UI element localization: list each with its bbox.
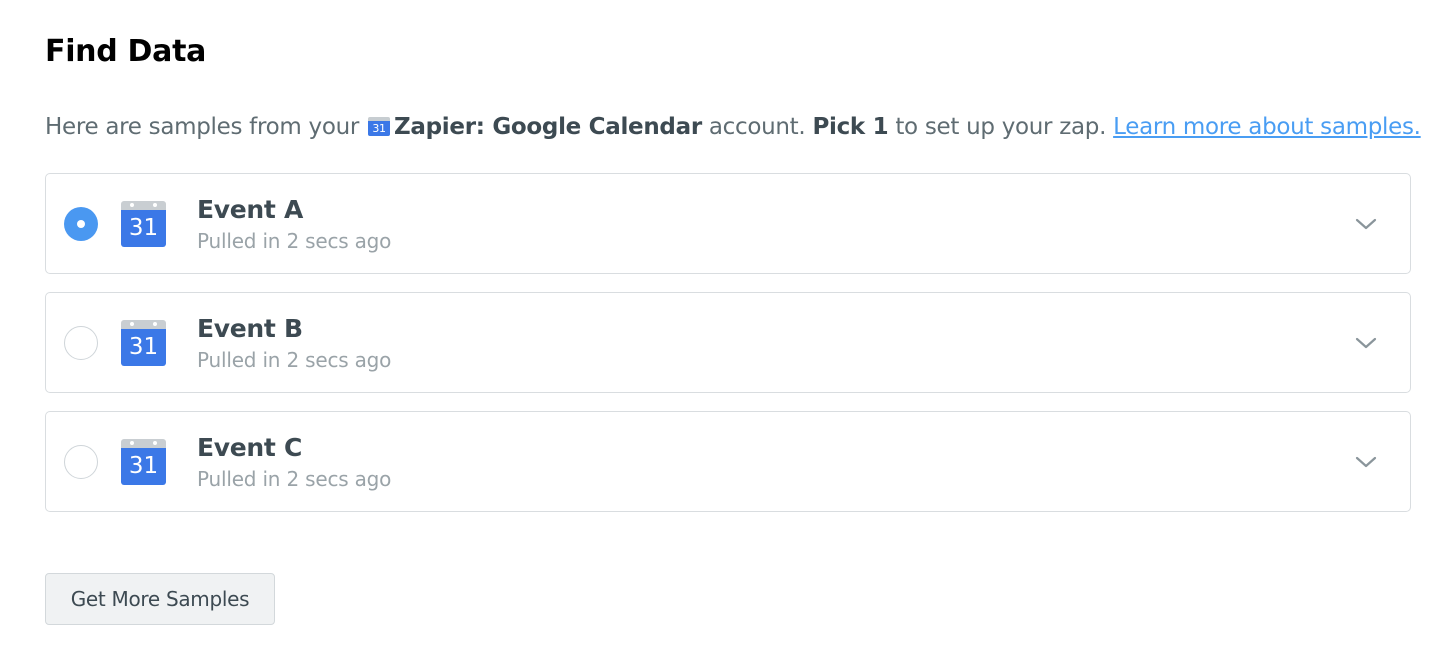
- pick-count: Pick 1: [812, 114, 889, 140]
- calendar-day-number: 31: [121, 448, 166, 485]
- sample-title: Event C: [197, 433, 303, 462]
- sample-item[interactable]: 31 Event A Pulled in 2 secs ago: [45, 173, 1411, 274]
- sample-subtitle: Pulled in 2 secs ago: [197, 229, 392, 253]
- sample-title: Event B: [197, 314, 303, 343]
- intro-suffix: to set up your zap.: [888, 114, 1114, 140]
- intro-text: Here are samples from your 31 Zapier: Goo…: [45, 114, 1421, 140]
- learn-more-link[interactable]: Learn more about samples.: [1113, 114, 1421, 140]
- sample-item[interactable]: 31 Event C Pulled in 2 secs ago: [45, 411, 1411, 512]
- page-title: Find Data: [45, 34, 207, 69]
- chevron-down-icon[interactable]: [1354, 450, 1378, 474]
- chevron-down-icon[interactable]: [1354, 331, 1378, 355]
- calendar-day-number: 31: [368, 121, 391, 136]
- chevron-down-icon[interactable]: [1354, 212, 1378, 236]
- google-calendar-icon: 31: [121, 201, 166, 247]
- sample-radio[interactable]: [64, 445, 98, 479]
- sample-subtitle: Pulled in 2 secs ago: [197, 348, 392, 372]
- google-calendar-icon: 31: [121, 439, 166, 485]
- intro-middle: account.: [701, 114, 813, 140]
- calendar-day-number: 31: [121, 210, 166, 247]
- intro-prefix: Here are samples from your: [45, 114, 367, 140]
- google-calendar-icon: 31: [121, 320, 166, 366]
- calendar-day-number: 31: [121, 329, 166, 366]
- sample-subtitle: Pulled in 2 secs ago: [197, 467, 392, 491]
- sample-radio[interactable]: [64, 207, 98, 241]
- sample-item[interactable]: 31 Event B Pulled in 2 secs ago: [45, 292, 1411, 393]
- google-calendar-icon: 31: [368, 117, 391, 136]
- sample-title: Event A: [197, 195, 304, 224]
- get-more-samples-button[interactable]: Get More Samples: [45, 573, 275, 625]
- account-name: Zapier: Google Calendar: [394, 114, 702, 140]
- sample-radio[interactable]: [64, 326, 98, 360]
